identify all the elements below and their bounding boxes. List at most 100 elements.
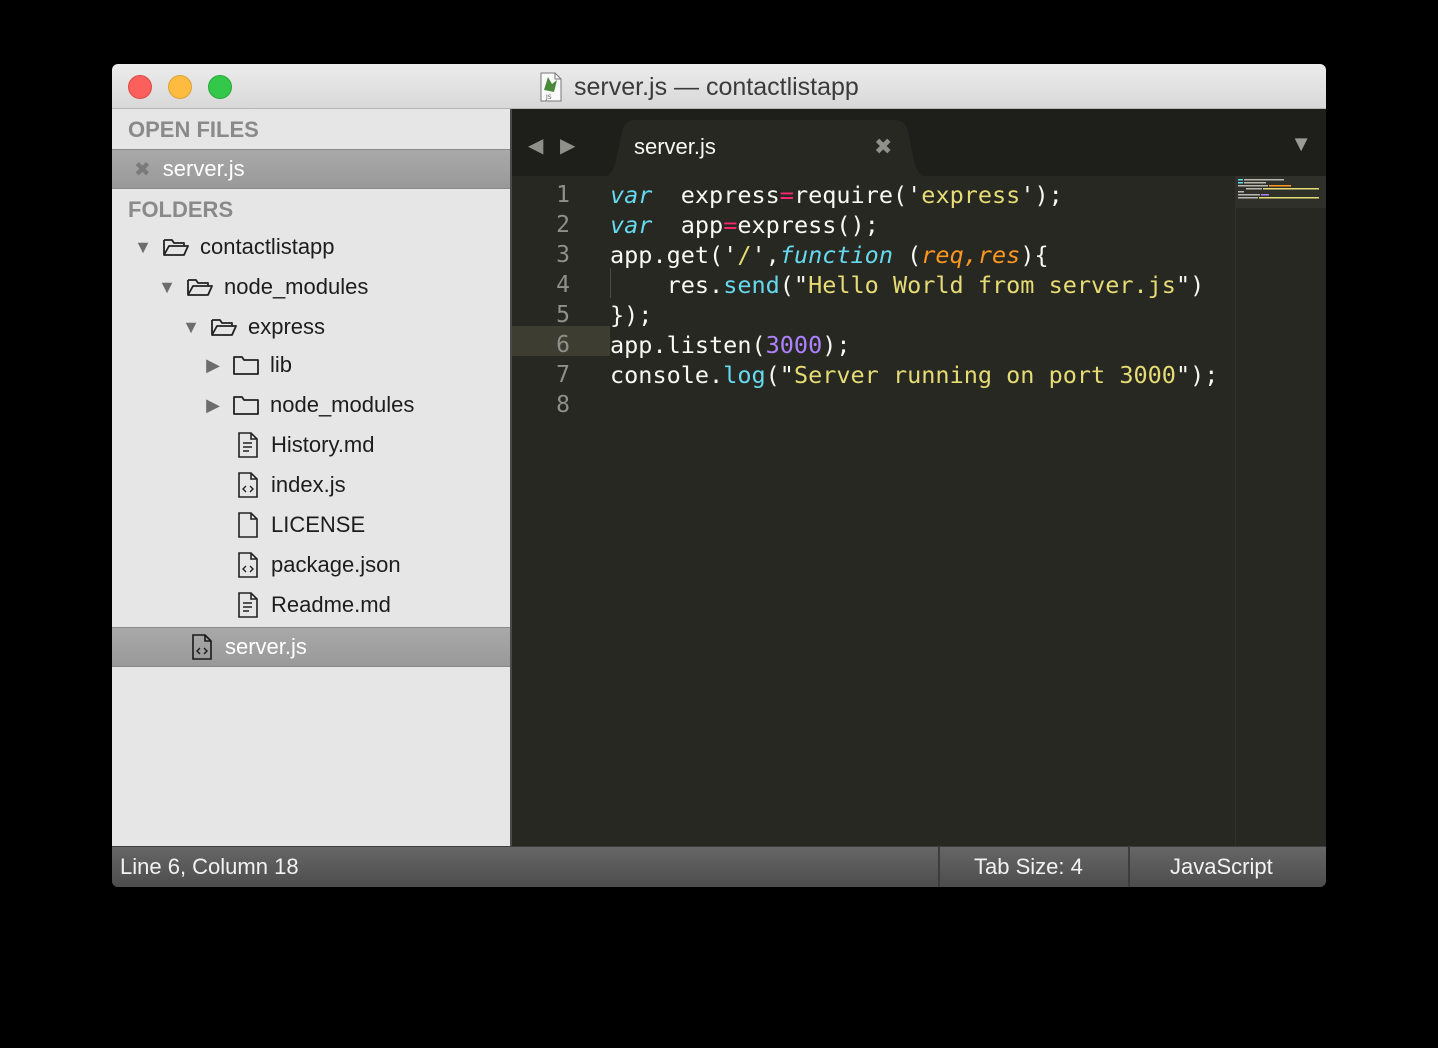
status-bar: Line 6, Column 18 Tab Size: 4 JavaScript [112,846,1326,887]
code-file-icon [192,634,212,660]
folder-open-icon [211,319,237,336]
window-title-text: server.js — contactlistapp [574,72,859,101]
line-number-gutter: 1 2 3 4 5 6 7 8 [512,176,594,846]
line-number: 7 [556,362,570,388]
tree-item-label: node_modules [224,274,369,299]
code-token: app.get(' [610,241,738,269]
js-document-icon: JS [540,72,562,102]
tree-item-label: Readme.md [271,592,391,617]
status-divider [1128,847,1130,887]
disclosure-expanded-icon[interactable]: ▼ [182,318,200,336]
code-token: ( [892,241,922,269]
tree-folder-lib[interactable]: ▶ lib [112,345,510,385]
code-file-icon [238,472,258,498]
code-token: 3000 [765,331,823,359]
code-token: app.listen( [610,331,766,359]
tree-file-package-json[interactable]: package.json [112,545,510,585]
tree-item-label: server.js [225,634,307,659]
line-number: 1 [556,182,570,208]
code-line[interactable]: var express=require('express'); [610,180,1063,210]
code-file-icon [238,552,258,578]
tree-folder-node-modules[interactable]: ▼ node_modules [112,267,510,307]
code-line[interactable]: res.send("Hello World from server.js") [610,270,1205,300]
disclosure-collapsed-icon[interactable]: ▶ [204,356,222,374]
file-icon [238,512,258,538]
folder-open-icon [187,279,213,296]
disclosure-expanded-icon[interactable]: ▼ [158,278,176,296]
code-token: "); [1175,361,1219,389]
tree-item-label: contactlistapp [200,234,335,259]
tree-item-label: node_modules [270,392,415,417]
zoom-window-button[interactable] [208,75,232,99]
code-token: req,res [921,241,1021,269]
tab-size-selector[interactable]: Tab Size: 4 [974,854,1083,880]
code-token: ', [751,241,780,269]
minimap[interactable] [1235,176,1326,846]
folder-icon [233,396,259,415]
window-title: JS server.js — contactlistapp [540,70,859,104]
tree-item-label: lib [270,352,293,377]
title-bar[interactable]: JS server.js — contactlistapp [112,64,1326,109]
close-window-button[interactable] [128,75,152,99]
text-file-icon [238,432,258,458]
code-line[interactable]: console.log("Server running on port 3000… [610,360,1218,390]
disclosure-collapsed-icon[interactable]: ▶ [204,396,222,414]
tree-file-license[interactable]: LICENSE [112,505,510,545]
tab-server-js[interactable]: server.js ✖ [600,120,930,178]
code-editor[interactable]: 1 2 3 4 5 6 7 8 var express=require('exp… [512,176,1326,846]
close-icon[interactable]: ✖ [134,157,151,182]
code-line[interactable]: app.listen(3000); [610,330,851,360]
tree-item-label: package.json [271,552,401,577]
code-token: app [652,211,724,239]
tab-close-icon[interactable]: ✖ [874,134,892,160]
code-token: / [737,241,752,269]
svg-text:JS: JS [545,94,552,101]
folders-heading: FOLDERS [128,197,234,222]
minimize-window-button[interactable] [168,75,192,99]
tree-file-history-md[interactable]: History.md [112,425,510,465]
sidebar: OPEN FILES ✖ server.js FOLDERS ▼ contact… [112,109,512,846]
code-token: Hello World from server.js [808,271,1176,299]
tab-dropdown-icon[interactable]: ▼ [1290,131,1312,157]
line-number: 3 [556,242,570,268]
line-number: 8 [556,392,570,418]
open-file-item[interactable]: ✖ server.js [112,149,510,189]
tree-item-label: LICENSE [271,512,366,537]
code-token: require(' [793,181,922,209]
disclosure-expanded-icon[interactable]: ▼ [134,238,152,256]
minimap-preview [1238,179,1319,199]
code-token: var [610,181,653,209]
code-line[interactable]: var app=express(); [610,210,879,240]
tree-folder-node-modules-inner[interactable]: ▶ node_modules [112,385,510,425]
code-line[interactable]: app.get('/',function (req,res){ [610,240,1049,270]
code-token: console. [610,361,724,389]
code-token: function [779,241,893,269]
tree-file-server-js[interactable]: server.js [112,627,510,667]
code-token: = [779,181,794,209]
line-number: 2 [556,212,570,238]
folder-icon [233,356,259,375]
tree-file-index-js[interactable]: index.js [112,465,510,505]
tree-folder-express[interactable]: ▼ express [112,307,510,347]
code-token: }); [610,301,653,329]
code-line[interactable]: }); [610,300,652,330]
open-files-heading: OPEN FILES [128,117,259,142]
code-token: var [610,211,653,239]
code-token: ") [1175,271,1205,299]
syntax-selector[interactable]: JavaScript [1170,854,1273,880]
code-token: (" [765,361,794,389]
code-token: (" [779,271,809,299]
code-token: '); [1020,181,1063,209]
tab-back-icon[interactable]: ◀ [528,133,543,158]
tree-file-readme-md[interactable]: Readme.md [112,585,510,625]
tab-forward-icon[interactable]: ▶ [560,133,575,158]
code-token: ){ [1020,241,1049,269]
tab-label: server.js [634,134,716,159]
cursor-position: Line 6, Column 18 [120,854,299,879]
code-token: express(); [737,211,879,239]
line-number: 5 [556,302,570,328]
tree-folder-contactlistapp[interactable]: ▼ contactlistapp [112,227,510,267]
tab-bar: ◀ ▶ server.js ✖ ▼ [512,109,1326,178]
code-token: = [723,211,738,239]
code-token: log [723,361,766,389]
